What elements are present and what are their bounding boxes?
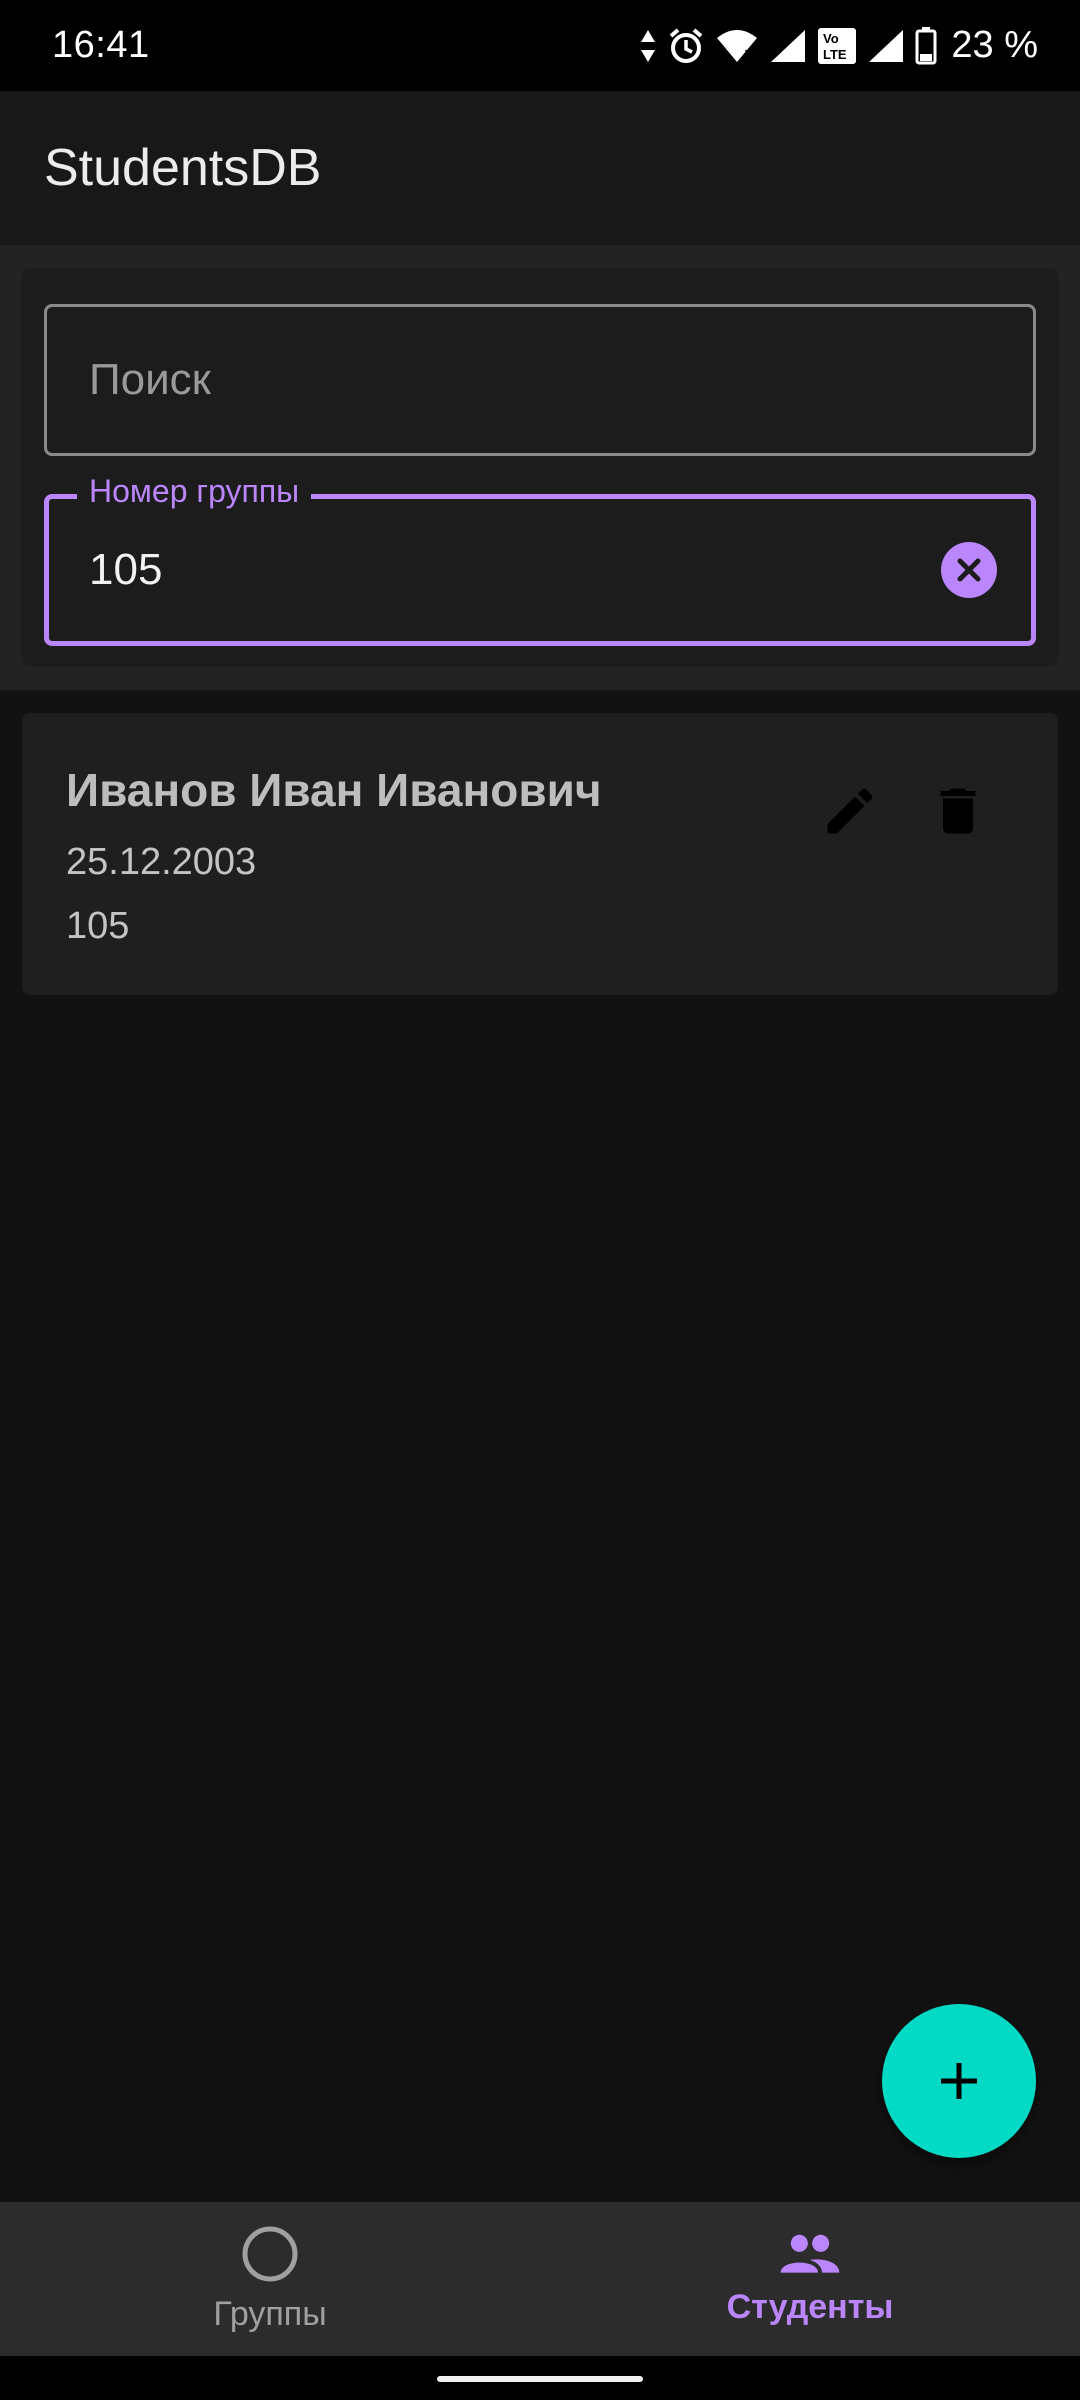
student-group: 105 (66, 905, 130, 947)
group-number-label-wrap: Номер группы (77, 473, 312, 510)
nav-item-groups[interactable]: Группы (0, 2202, 540, 2356)
student-birth-date: 25.12.2003 (66, 841, 257, 883)
edit-button[interactable] (814, 775, 886, 847)
status-time: 16:41 (52, 24, 150, 66)
student-name: Иванов Иван Иванович (66, 764, 602, 816)
gesture-area (0, 2356, 1080, 2400)
signal-icon (869, 29, 904, 62)
battery-percent: 23 % (951, 24, 1038, 66)
plus-icon (941, 2063, 977, 2099)
nav-label-groups: Группы (213, 2294, 327, 2333)
app-title: StudentsDB (44, 139, 322, 197)
nav-label-students: Студенты (726, 2287, 894, 2326)
nav-item-students[interactable]: Студенты (540, 2202, 1080, 2356)
pencil-icon (827, 788, 873, 834)
group-number-value: 105 (89, 545, 163, 594)
status-bar: 16:41 Vo LTE 23 % (0, 0, 1080, 91)
status-icons: Vo LTE 23 % (639, 24, 1038, 67)
group-number-input[interactable]: Номер группы 105 (44, 473, 1036, 646)
app-bar: StudentsDB (0, 91, 1080, 245)
delete-button[interactable] (922, 775, 994, 847)
battery-icon (915, 26, 937, 64)
svg-text:Vo: Vo (823, 31, 839, 46)
volte-icon: Vo LTE (818, 27, 857, 64)
search-placeholder: Поиск (89, 355, 211, 404)
search-input[interactable]: Поиск (44, 304, 1036, 456)
student-card[interactable]: Иванов Иван Иванович 25.12.2003 105 (22, 713, 1058, 995)
data-arrows-icon (641, 29, 656, 62)
group-number-label: Номер группы (89, 473, 300, 509)
clear-button[interactable] (941, 542, 997, 598)
wifi-icon (717, 29, 758, 62)
people-icon (780, 2234, 840, 2273)
svg-text:LTE: LTE (823, 47, 847, 62)
signal-icon (771, 29, 806, 62)
alarm-icon (670, 27, 703, 63)
add-student-button[interactable] (882, 2004, 1036, 2158)
close-icon (957, 558, 981, 582)
bottom-navigation: Группы Студенты (0, 2202, 1080, 2356)
home-gesture-bar[interactable] (437, 2376, 643, 2382)
circle-icon (242, 2226, 298, 2281)
trash-icon (940, 788, 976, 834)
